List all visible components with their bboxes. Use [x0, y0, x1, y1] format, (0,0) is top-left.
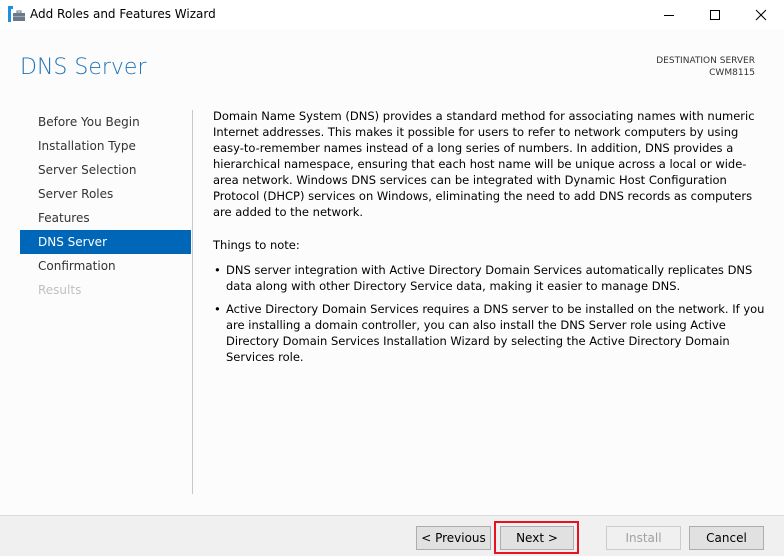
destination-server-name: CWM8115: [709, 68, 755, 78]
note-item: DNS server integration with Active Direc…: [213, 262, 769, 294]
minimize-button[interactable]: [646, 0, 692, 30]
server-manager-icon: [8, 6, 26, 22]
destination-server-info: DESTINATION SERVER CWM8115: [656, 55, 755, 79]
install-button: Install: [606, 526, 681, 550]
nav-item-dns-server[interactable]: DNS Server: [20, 230, 191, 254]
nav-item-confirmation[interactable]: Confirmation: [20, 254, 191, 278]
nav-item-server-roles[interactable]: Server Roles: [20, 182, 191, 206]
main-panel: Domain Name System (DNS) provides a stan…: [213, 108, 769, 372]
next-button[interactable]: Next >: [500, 526, 574, 550]
nav-item-installation-type[interactable]: Installation Type: [20, 134, 191, 158]
wizard-steps-nav: Before You Begin Installation Type Serve…: [20, 110, 191, 302]
dns-description: Domain Name System (DNS) provides a stan…: [213, 109, 755, 219]
notes-heading: Things to note:: [213, 238, 300, 252]
wizard-footer: < Previous Next > Install Cancel: [0, 515, 784, 556]
cancel-button[interactable]: Cancel: [689, 526, 764, 550]
maximize-button[interactable]: [692, 0, 738, 30]
note-item: Active Directory Domain Services require…: [213, 301, 769, 365]
nav-item-results: Results: [38, 283, 82, 297]
minimize-icon: [664, 15, 674, 16]
page-title: DNS Server: [20, 55, 147, 80]
close-icon: [755, 9, 767, 21]
title-bar: Add Roles and Features Wizard: [0, 0, 784, 30]
nav-item-before-you-begin[interactable]: Before You Begin: [20, 110, 191, 134]
close-button[interactable]: [738, 0, 784, 30]
nav-item-server-selection[interactable]: Server Selection: [20, 158, 191, 182]
previous-button[interactable]: < Previous: [416, 526, 491, 550]
maximize-icon: [710, 10, 720, 20]
notes-list: DNS server integration with Active Direc…: [213, 262, 769, 365]
nav-divider: [192, 110, 193, 494]
nav-item-features[interactable]: Features: [20, 206, 191, 230]
wizard-content: DNS Server DESTINATION SERVER CWM8115 Be…: [0, 30, 784, 515]
window-title: Add Roles and Features Wizard: [30, 7, 216, 21]
destination-label: DESTINATION SERVER: [656, 56, 755, 66]
